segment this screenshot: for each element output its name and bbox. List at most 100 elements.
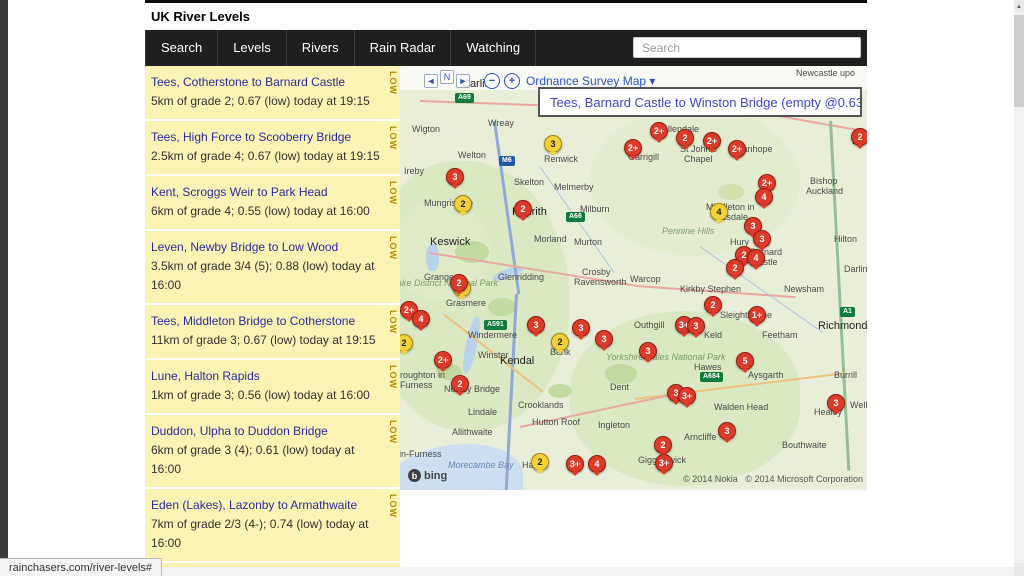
river-detail: 2.5km of grade 4; 0.67 (low) today at 19…: [151, 149, 380, 163]
map-area-patch: [548, 384, 572, 398]
search-input[interactable]: [633, 37, 861, 58]
map-place-label: Glenridding: [498, 272, 545, 282]
map-marker[interactable]: 4: [747, 249, 765, 270]
map-marker[interactable]: 3: [827, 394, 845, 415]
map-marker[interactable]: 3: [572, 319, 590, 340]
river-link[interactable]: Tees, High Force to Scooberry Bridge: [151, 128, 384, 147]
status-bar-url: rainchasers.com/river-levels#: [9, 561, 153, 574]
map-place-label: Newsham: [784, 284, 825, 294]
pan-right-button[interactable]: ►: [456, 74, 470, 88]
river-link[interactable]: Kent, Scroggs Weir to Park Head: [151, 183, 384, 202]
river-link[interactable]: Leven, Newby Bridge to Low Wood: [151, 238, 384, 257]
map-place-label: -in-Furness: [400, 449, 442, 459]
map-marker[interactable]: 2: [451, 375, 469, 396]
river-list-item[interactable]: Tees, High Force to Scooberry Bridge 2.5k…: [145, 121, 400, 176]
scroll-up-arrow-icon[interactable]: ▲: [1014, 0, 1024, 13]
map-tooltip[interactable]: Tees, Barnard Castle to Winston Bridge (…: [538, 87, 862, 117]
river-list-item[interactable]: Tees, Cotherstone to Barnard Castle 5km o…: [145, 66, 400, 121]
river-link[interactable]: Tees, Middleton Bridge to Cotherstone: [151, 312, 384, 331]
map-marker[interactable]: 2: [676, 129, 694, 150]
nav-menu: Search Levels Rivers Rain Radar Watching: [145, 30, 537, 66]
river-level-tag: LOW: [388, 494, 398, 518]
map-marker[interactable]: 3: [718, 422, 736, 443]
map-marker[interactable]: 3: [595, 330, 613, 351]
map-marker[interactable]: 3+: [655, 454, 673, 475]
river-level-tag: LOW: [388, 126, 398, 150]
map-place-label: Furness: [400, 380, 433, 390]
map-marker[interactable]: 2+: [728, 140, 746, 161]
map-place-label: Feetham: [762, 330, 798, 340]
map-place-label: Wigton: [412, 124, 441, 134]
map-area-patch: [488, 298, 516, 316]
river-link[interactable]: Eden (Lakes), Lazonby to Armathwaite: [151, 496, 384, 515]
nav-item-search[interactable]: Search: [145, 30, 217, 66]
map-place-label: Morland: [534, 234, 567, 244]
map-marker[interactable]: 3: [446, 168, 464, 189]
map-marker[interactable]: 5: [736, 352, 754, 373]
map-marker[interactable]: 3+: [678, 387, 696, 408]
north-indicator[interactable]: N: [440, 70, 454, 84]
map-marker[interactable]: 2: [704, 296, 722, 317]
map-place-label: Melmerby: [554, 182, 594, 192]
map-marker[interactable]: 2: [514, 200, 532, 221]
river-list-item[interactable]: Tees, Middleton Bridge to Cotherstone 11k…: [145, 305, 400, 360]
river-level-tag: LOW: [388, 420, 398, 444]
map-marker[interactable]: 2+: [650, 122, 668, 143]
road-shield-a1: A1: [840, 307, 855, 317]
site-header: UK River Levels: [145, 3, 867, 30]
map-marker[interactable]: 2+: [624, 139, 642, 160]
map-place-label: Walden Head: [714, 402, 769, 412]
river-list-item[interactable]: Kent, Scroggs Weir to Park Head 6km of gr…: [145, 176, 400, 231]
map-place-label: Windermere: [468, 330, 518, 340]
road-shield-a684: A684: [700, 372, 723, 382]
map-marker[interactable]: 4: [755, 188, 773, 209]
map-marker[interactable]: 3: [527, 316, 545, 337]
map-marker[interactable]: 2: [551, 333, 569, 354]
nav-item-watching[interactable]: Watching: [450, 30, 537, 66]
map-place-label: Well: [850, 400, 867, 410]
nav-item-rivers[interactable]: Rivers: [285, 30, 354, 66]
map-place-label: Darlington: [844, 264, 867, 274]
nav-item-rain-radar[interactable]: Rain Radar: [353, 30, 451, 66]
map-marker[interactable]: 2: [454, 195, 472, 216]
map-marker[interactable]: 3: [753, 230, 771, 251]
river-link[interactable]: Tees, Cotherstone to Barnard Castle: [151, 73, 384, 92]
map-marker[interactable]: 2: [851, 128, 867, 149]
map-style-selector[interactable]: Ordnance Survey Map ▾: [526, 74, 655, 88]
map-place-label: Milburn: [580, 204, 610, 214]
river-level-tag: LOW: [388, 181, 398, 205]
river-list-item[interactable]: Eden (Lakes), Lazonby to Armathwaite 7km …: [145, 489, 400, 563]
nav-bar: Search Levels Rivers Rain Radar Watching: [145, 30, 867, 66]
nav-item-levels[interactable]: Levels: [217, 30, 286, 66]
map-marker[interactable]: 3+: [566, 455, 584, 476]
map-marker[interactable]: 3: [639, 342, 657, 363]
map-canvas[interactable]: ◄ N ► − + Ordnance Survey Map ▾ Tees, Ba…: [400, 66, 867, 490]
river-list-item[interactable]: Leven, Newby Bridge to Low Wood 3.5km of …: [145, 231, 400, 305]
map-marker[interactable]: 2+: [703, 132, 721, 153]
map-place-label: Burrill: [834, 370, 858, 380]
map-marker[interactable]: 2: [726, 259, 744, 280]
river-link[interactable]: Lune, Halton Rapids: [151, 367, 384, 386]
map-marker[interactable]: 3: [687, 317, 705, 338]
map-marker[interactable]: 1+: [748, 306, 766, 327]
river-link[interactable]: Duddon, Ulpha to Duddon Bridge: [151, 422, 384, 441]
pan-left-button[interactable]: ◄: [424, 74, 438, 88]
map-marker[interactable]: 2: [531, 453, 549, 474]
river-detail: 11km of grade 3; 0.67 (low) today at 19:…: [151, 333, 376, 347]
map-marker[interactable]: 2: [450, 274, 468, 295]
river-level-tag: LOW: [388, 71, 398, 95]
map-marker[interactable]: 4: [710, 203, 728, 224]
map-marker[interactable]: 2+: [434, 351, 452, 372]
map-marker[interactable]: 3: [544, 135, 562, 156]
map-marker[interactable]: 2: [654, 436, 672, 457]
map-marker[interactable]: 4: [412, 310, 430, 331]
scrollbar-thumb[interactable]: [1014, 15, 1024, 107]
river-list-item[interactable]: Duddon, Ulpha to Duddon Bridge 6km of gra…: [145, 415, 400, 489]
vertical-scrollbar[interactable]: ▲ ▼: [1014, 0, 1024, 576]
map-place-label: Morecambe Bay: [448, 460, 514, 470]
zoom-in-button[interactable]: +: [504, 73, 520, 89]
map-marker[interactable]: 4: [588, 455, 606, 476]
zoom-out-button[interactable]: −: [484, 73, 500, 89]
river-list-item[interactable]: Lune, Halton Rapids 1km of grade 3; 0.56 …: [145, 360, 400, 415]
main-row: Tees, Cotherstone to Barnard Castle 5km o…: [145, 66, 867, 576]
